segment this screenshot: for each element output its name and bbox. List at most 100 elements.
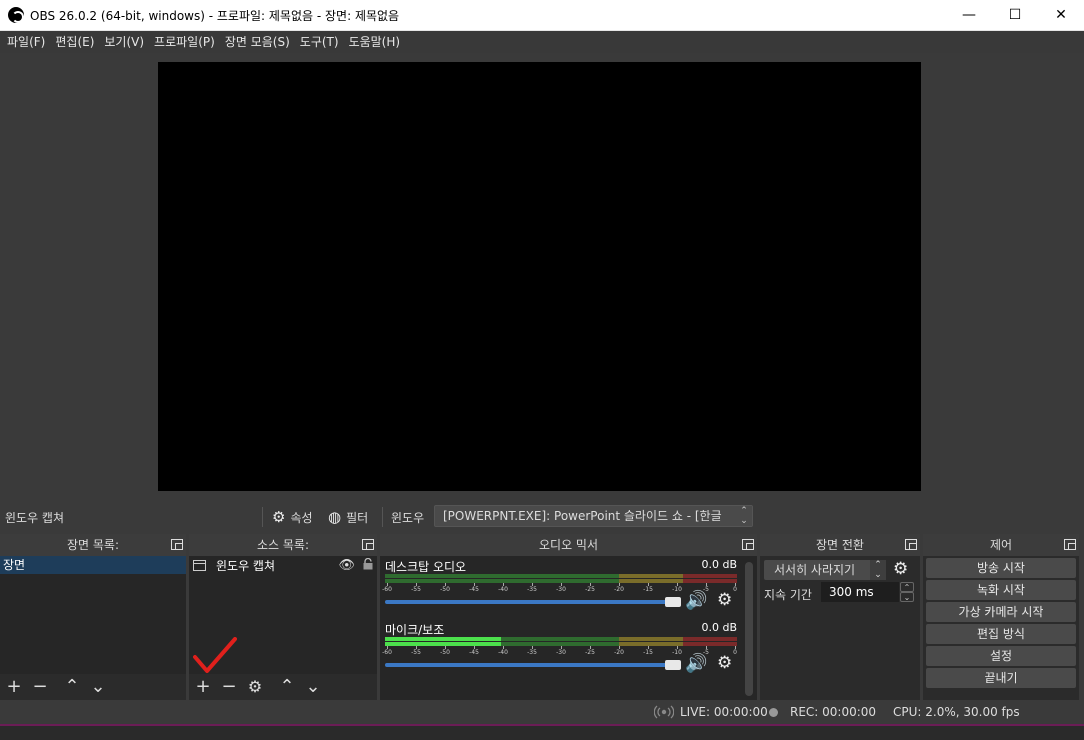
gear-icon: ⚙ — [272, 508, 286, 526]
remove-scene-button[interactable]: − — [30, 677, 50, 697]
gear-icon[interactable]: ⚙ — [717, 590, 732, 610]
menu-view[interactable]: 보기(V) — [99, 31, 149, 53]
controls-title: 제어 — [989, 538, 1013, 552]
exit-button[interactable]: 끝내기 — [926, 668, 1076, 688]
meter-green-zone — [385, 574, 619, 578]
meter-tick-label: -10 — [672, 586, 682, 593]
meter-tick-label: -25 — [585, 649, 595, 656]
mixer-header: 오디오 믹서 — [380, 534, 757, 556]
undock-icon[interactable] — [742, 539, 754, 550]
meter-tick-label: -50 — [440, 649, 450, 656]
filters-button[interactable]: ◍ 필터 — [328, 506, 368, 528]
meter-tick-label: -20 — [614, 586, 624, 593]
move-down-button[interactable]: ⌄ — [88, 677, 108, 697]
source-properties-gear-icon[interactable]: ⚙ — [245, 677, 265, 697]
mixer-title: 오디오 믹서 — [538, 538, 598, 552]
duration-spinner[interactable]: ⌃ ⌄ — [900, 582, 914, 602]
transitions-header: 장면 전환 — [760, 534, 920, 556]
meter-tick-label: -55 — [411, 586, 421, 593]
sources-list: 윈도우 캡쳐 👁 + − ⚙ ⌃ ⌄ — [189, 556, 377, 700]
menu-help[interactable]: 도움말(H) — [344, 31, 406, 53]
undock-icon[interactable] — [171, 539, 183, 550]
gear-icon[interactable]: ⚙ — [717, 653, 732, 673]
updown-arrows-icon: ⌃ ⌄ — [736, 506, 752, 526]
source-context-bar: 윈도우 캡쳐 ⚙ 속성 ◍ 필터 윈도우 [POWERPNT.EXE]: Pow… — [0, 502, 1084, 531]
meter-yellow-zone — [619, 574, 683, 578]
status-bar: LIVE: 00:00:00 REC: 00:00:00 CPU: 2.0%, … — [0, 700, 1084, 724]
studio-mode-button[interactable]: 편집 방식 — [926, 624, 1076, 644]
speaker-icon[interactable]: 🔊 — [685, 590, 707, 611]
start-recording-button[interactable]: 녹화 시작 — [926, 580, 1076, 600]
meter-tick-label: -35 — [527, 649, 537, 656]
record-dot-icon — [769, 708, 778, 717]
controls-dock: 제어 방송 시작 녹화 시작 가상 카메라 시작 편집 방식 설정 끝내기 — [923, 534, 1079, 700]
window-select[interactable]: [POWERPNT.EXE]: PowerPoint 슬라이드 쇼 - [한글 … — [434, 505, 753, 527]
move-up-button[interactable]: ⌃ — [62, 677, 82, 697]
scene-item[interactable]: 장면 — [0, 556, 186, 574]
meter-tick-label: -35 — [527, 586, 537, 593]
add-scene-button[interactable]: + — [4, 677, 24, 697]
meter-yellow-zone — [619, 637, 683, 641]
meter-tick-label: 0 — [733, 649, 737, 656]
cpu-status: CPU: 2.0%, 30.00 fps — [893, 705, 1020, 719]
menu-edit[interactable]: 편집(E) — [50, 31, 99, 53]
add-source-button[interactable]: + — [193, 677, 213, 697]
slider-handle[interactable] — [665, 660, 681, 670]
sources-dock: 소스 목록: 윈도우 캡쳐 👁 + − ⚙ ⌃ ⌄ — [189, 534, 377, 700]
context-divider — [262, 507, 263, 527]
speaker-icon[interactable]: 🔊 — [685, 653, 707, 674]
undock-icon[interactable] — [1064, 539, 1076, 550]
scenes-title: 장면 목록: — [66, 538, 120, 552]
live-status: LIVE: 00:00:00 — [680, 705, 768, 719]
meter-tick-label: -40 — [498, 649, 508, 656]
meter-red-zone — [683, 637, 737, 641]
duration-input[interactable]: 300 ms — [821, 582, 899, 602]
slider-handle[interactable] — [665, 597, 681, 607]
context-divider — [382, 507, 383, 527]
menu-tools[interactable]: 도구(T) — [295, 31, 344, 53]
preview-canvas[interactable] — [158, 62, 921, 491]
duration-label: 지속 기간 — [764, 588, 812, 602]
minimize-button[interactable]: — — [946, 0, 992, 30]
meter-tick-label: -25 — [585, 586, 595, 593]
menu-profile[interactable]: 프로파일(P) — [149, 31, 220, 53]
controls-body: 방송 시작 녹화 시작 가상 카메라 시작 편집 방식 설정 끝내기 — [923, 556, 1079, 700]
mixer-scrollbar[interactable] — [745, 562, 753, 696]
close-button[interactable]: ✕ — [1038, 0, 1084, 30]
transitions-dock: 장면 전환 서서히 사라지기 ⌃ ⌄ ⚙ 지속 기간 300 ms ⌃ ⌄ — [760, 534, 920, 700]
sources-title: 소스 목록: — [256, 538, 310, 552]
move-up-button[interactable]: ⌃ — [277, 677, 297, 697]
transition-select[interactable]: 서서히 사라지기 ⌃ ⌄ — [764, 560, 886, 580]
meter-tick-label: 0 — [733, 586, 737, 593]
undock-icon[interactable] — [905, 539, 917, 550]
preview-area — [0, 53, 1084, 501]
menu-file[interactable]: 파일(F) — [2, 31, 50, 53]
spin-down-icon[interactable]: ⌄ — [900, 592, 914, 602]
move-down-button[interactable]: ⌄ — [303, 677, 323, 697]
volume-slider[interactable] — [385, 660, 681, 670]
visibility-eye-icon[interactable]: 👁 — [338, 558, 355, 573]
properties-button[interactable]: ⚙ 속성 — [272, 506, 313, 528]
maximize-button[interactable]: ☐ — [992, 0, 1038, 30]
start-virtual-camera-button[interactable]: 가상 카메라 시작 — [926, 602, 1076, 622]
meter-tick-label: -15 — [643, 649, 653, 656]
undock-icon[interactable] — [362, 539, 374, 550]
meter-tick-label: -60 — [382, 586, 392, 593]
start-streaming-button[interactable]: 방송 시작 — [926, 558, 1076, 578]
gear-icon[interactable]: ⚙ — [893, 559, 908, 579]
lock-icon[interactable] — [363, 558, 373, 570]
context-source-name: 윈도우 캡쳐 — [5, 511, 65, 525]
source-item[interactable]: 윈도우 캡쳐 👁 — [189, 556, 377, 574]
transition-select-value: 서서히 사라지기 — [774, 563, 856, 577]
spin-up-icon[interactable]: ⌃ — [900, 582, 914, 592]
volume-meter — [385, 637, 737, 641]
volume-slider[interactable] — [385, 597, 681, 607]
settings-button[interactable]: 설정 — [926, 646, 1076, 666]
window-field-label: 윈도우 — [391, 511, 425, 525]
remove-source-button[interactable]: − — [219, 677, 239, 697]
menu-scene-collection[interactable]: 장면 모음(S) — [220, 31, 295, 53]
meter-red-zone — [683, 574, 737, 578]
transitions-title: 장면 전환 — [816, 538, 864, 552]
meter-tick-label: -50 — [440, 586, 450, 593]
window-title: OBS 26.0.2 (64-bit, windows) - 프로파일: 제목없… — [30, 8, 400, 23]
